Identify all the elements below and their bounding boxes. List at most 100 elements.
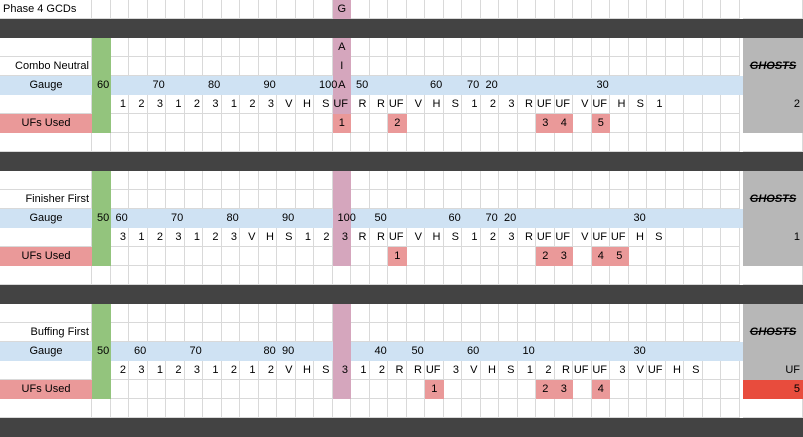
grid-cell[interactable] (573, 247, 592, 266)
grid-cell[interactable] (129, 380, 148, 399)
grid-cell[interactable] (443, 247, 462, 266)
grid-cell[interactable] (221, 266, 240, 285)
grid-cell[interactable] (277, 399, 296, 418)
grid-cell[interactable] (129, 190, 148, 209)
grid-cell[interactable] (684, 190, 703, 209)
grid-cell[interactable] (702, 38, 721, 57)
grid-cell[interactable] (369, 304, 388, 323)
grid-cell[interactable] (443, 380, 462, 399)
grid-cell[interactable] (0, 266, 92, 285)
grid-cell[interactable] (480, 266, 499, 285)
grid-cell[interactable] (110, 399, 129, 418)
grid-cell[interactable] (203, 380, 222, 399)
grid-cell[interactable] (166, 57, 185, 76)
grid-cell[interactable] (443, 57, 462, 76)
grid-cell[interactable] (573, 323, 592, 342)
grid-cell[interactable] (388, 266, 407, 285)
grid-cell[interactable] (240, 247, 259, 266)
grid-cell[interactable] (0, 304, 92, 323)
grid-cell[interactable] (277, 57, 296, 76)
grid-cell[interactable] (295, 266, 314, 285)
grid-cell[interactable] (92, 0, 111, 19)
grid-cell[interactable] (369, 0, 388, 19)
grid-cell[interactable] (536, 266, 555, 285)
grid-cell[interactable] (258, 38, 277, 57)
grid-cell[interactable] (721, 57, 740, 76)
grid-cell[interactable] (406, 133, 425, 152)
grid-cell[interactable] (277, 247, 296, 266)
grid-cell[interactable] (129, 171, 148, 190)
grid-cell[interactable] (425, 190, 444, 209)
grid-cell[interactable] (110, 380, 129, 399)
grid-cell[interactable] (0, 228, 92, 247)
grid-cell[interactable] (480, 133, 499, 152)
grid-cell[interactable] (203, 399, 222, 418)
grid-cell[interactable] (147, 57, 166, 76)
grid-cell[interactable] (147, 266, 166, 285)
grid-cell[interactable] (147, 399, 166, 418)
grid-cell[interactable] (277, 323, 296, 342)
grid-cell[interactable] (743, 0, 803, 19)
grid-cell[interactable] (591, 171, 610, 190)
grid-cell[interactable] (92, 133, 111, 152)
grid-cell[interactable] (628, 323, 647, 342)
grid-cell[interactable] (203, 38, 222, 57)
grid-cell[interactable] (443, 114, 462, 133)
grid-cell[interactable] (369, 247, 388, 266)
grid-cell[interactable] (665, 266, 684, 285)
grid-cell[interactable] (610, 171, 629, 190)
grid-cell[interactable] (184, 171, 203, 190)
grid-cell[interactable] (443, 190, 462, 209)
grid-cell[interactable] (295, 380, 314, 399)
grid-cell[interactable] (258, 0, 277, 19)
grid-cell[interactable] (573, 266, 592, 285)
grid-cell[interactable] (665, 228, 684, 247)
grid-cell[interactable] (314, 190, 333, 209)
grid-cell[interactable] (743, 133, 803, 152)
grid-cell[interactable] (184, 323, 203, 342)
grid-cell[interactable] (517, 323, 536, 342)
grid-cell[interactable] (684, 399, 703, 418)
grid-cell[interactable] (702, 190, 721, 209)
grid-cell[interactable] (240, 0, 259, 19)
grid-cell[interactable] (591, 38, 610, 57)
grid-cell[interactable] (221, 57, 240, 76)
grid-cell[interactable] (721, 361, 740, 380)
grid-cell[interactable] (647, 399, 666, 418)
grid-cell[interactable] (147, 323, 166, 342)
grid-cell[interactable] (702, 171, 721, 190)
grid-cell[interactable] (203, 171, 222, 190)
grid-cell[interactable] (332, 133, 351, 152)
grid-cell[interactable] (184, 399, 203, 418)
grid-cell[interactable] (647, 133, 666, 152)
grid-cell[interactable] (517, 0, 536, 19)
grid-cell[interactable] (203, 133, 222, 152)
grid-cell[interactable] (536, 133, 555, 152)
grid-cell[interactable] (702, 247, 721, 266)
grid-cell[interactable] (665, 304, 684, 323)
grid-cell[interactable] (573, 171, 592, 190)
grid-cell[interactable] (258, 190, 277, 209)
grid-cell[interactable] (610, 304, 629, 323)
grid-cell[interactable] (166, 133, 185, 152)
grid-cell[interactable] (517, 57, 536, 76)
grid-cell[interactable] (369, 114, 388, 133)
grid-cell[interactable] (240, 380, 259, 399)
grid-cell[interactable] (258, 380, 277, 399)
grid-cell[interactable] (0, 399, 92, 418)
grid-cell[interactable] (425, 114, 444, 133)
grid-cell[interactable] (684, 0, 703, 19)
grid-cell[interactable] (184, 114, 203, 133)
grid-cell[interactable] (610, 0, 629, 19)
grid-cell[interactable] (184, 380, 203, 399)
grid-cell[interactable] (499, 247, 518, 266)
grid-cell[interactable] (743, 266, 803, 285)
grid-cell[interactable] (295, 171, 314, 190)
grid-cell[interactable] (240, 114, 259, 133)
grid-cell[interactable] (443, 266, 462, 285)
grid-cell[interactable] (147, 0, 166, 19)
grid-cell[interactable] (110, 323, 129, 342)
grid-cell[interactable] (480, 323, 499, 342)
grid-cell[interactable] (610, 266, 629, 285)
grid-cell[interactable] (110, 247, 129, 266)
